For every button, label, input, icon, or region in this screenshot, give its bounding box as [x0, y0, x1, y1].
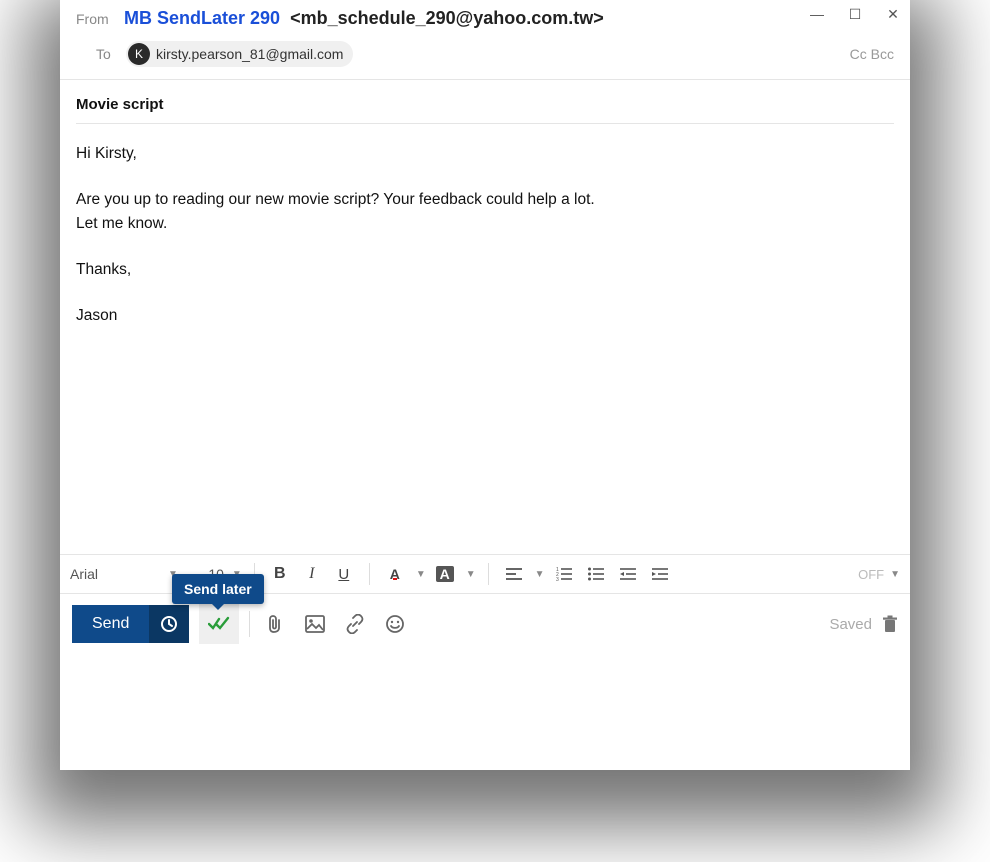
maximize-button[interactable]: ☐ [846, 6, 864, 23]
body-line: Jason [76, 304, 894, 328]
attach-button[interactable] [260, 609, 290, 639]
recipient-address: kirsty.pearson_81@gmail.com [156, 46, 343, 62]
discard-button[interactable] [882, 615, 898, 633]
send-button[interactable]: Send [72, 605, 149, 643]
format-off-label: OFF [858, 567, 884, 582]
svg-text:3: 3 [556, 577, 559, 581]
separator [369, 563, 370, 585]
window-controls: — ☐ ✕ [808, 6, 902, 23]
clock-icon [160, 615, 178, 633]
numbered-list-button[interactable]: 123 [551, 561, 577, 587]
insert-link-button[interactable] [340, 609, 370, 639]
emoji-button[interactable] [380, 609, 410, 639]
from-label: From [76, 11, 124, 27]
italic-button[interactable]: I [299, 561, 325, 587]
bullet-list-button[interactable] [583, 561, 609, 587]
insert-image-button[interactable] [300, 609, 330, 639]
outdent-button[interactable] [615, 561, 641, 587]
recipient-avatar: K [128, 43, 150, 65]
bold-button[interactable]: B [267, 561, 293, 587]
bcc-button[interactable]: Bcc [871, 46, 894, 62]
chevron-down-icon: ▼ [535, 569, 545, 580]
body-line: Hi Kirsty, [76, 142, 894, 166]
from-name[interactable]: MB SendLater 290 [124, 8, 280, 29]
subject-field[interactable]: Movie script [76, 96, 894, 124]
minimize-button[interactable]: — [808, 6, 826, 23]
send-later-tooltip: Send later [172, 574, 264, 604]
highlight-button[interactable]: A [432, 561, 458, 587]
recipient-chip[interactable]: K kirsty.pearson_81@gmail.com [126, 41, 353, 67]
link-icon [345, 614, 365, 634]
chevron-down-icon: ▼ [416, 569, 426, 580]
send-later-button[interactable] [149, 605, 189, 643]
read-receipt-button[interactable] [199, 604, 239, 644]
underline-button[interactable]: U [331, 561, 357, 587]
from-row: From MB SendLater 290 <mb_schedule_290@y… [60, 0, 910, 35]
body-line: Let me know. [76, 212, 894, 236]
to-label: To [96, 46, 126, 62]
cc-button[interactable]: Cc [850, 46, 867, 62]
from-email: <mb_schedule_290@yahoo.com.tw> [290, 8, 604, 29]
double-check-icon [208, 616, 230, 632]
body-line: Are you up to reading our new movie scri… [76, 188, 894, 212]
font-family-select[interactable]: Arial [70, 566, 160, 582]
image-icon [305, 615, 325, 633]
cc-bcc: Cc Bcc [850, 46, 894, 62]
action-bar: Send later Send Saved [60, 594, 910, 656]
smiley-icon [385, 614, 405, 634]
chevron-down-icon: ▼ [466, 569, 476, 580]
saved-label: Saved [829, 616, 872, 633]
body-line: Thanks, [76, 258, 894, 282]
chevron-down-icon: ▼ [890, 569, 900, 580]
to-row: To K kirsty.pearson_81@gmail.com Cc Bcc [60, 35, 910, 80]
text-color-button[interactable]: A [382, 561, 408, 587]
indent-button[interactable] [647, 561, 673, 587]
message-body[interactable]: Hi Kirsty, Are you up to reading our new… [60, 124, 910, 554]
font-family-value: Arial [70, 566, 98, 582]
trash-icon [882, 615, 898, 633]
send-group: Send [72, 605, 189, 643]
compose-window: — ☐ ✕ From MB SendLater 290 <mb_schedule… [60, 0, 910, 770]
close-button[interactable]: ✕ [884, 6, 902, 23]
separator [488, 563, 489, 585]
align-button[interactable] [501, 561, 527, 587]
separator [249, 611, 250, 637]
status-area: Saved [829, 615, 898, 633]
paperclip-icon [266, 614, 284, 634]
format-toggle[interactable]: OFF ▼ [858, 567, 900, 582]
